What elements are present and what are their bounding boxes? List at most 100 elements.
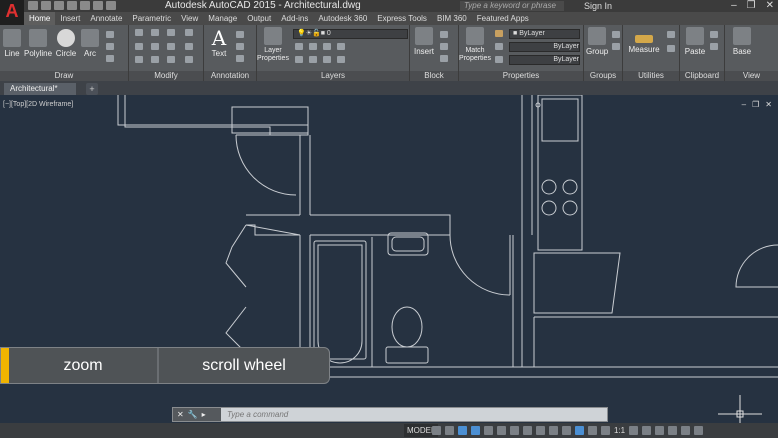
viewport-minimize-icon[interactable]: – [742,100,746,109]
copy-icon[interactable] [135,43,143,50]
viewport-restore-icon[interactable]: ❐ [752,100,759,109]
ortho-icon[interactable] [458,426,467,435]
text-button[interactable]: A Text [208,27,230,58]
offset-icon[interactable] [185,56,193,63]
grid-icon[interactable] [432,426,441,435]
block-panel-title[interactable]: Block [410,71,458,81]
new-tab-button[interactable]: + [86,83,98,95]
clipboard-panel-title[interactable]: Clipboard [680,71,724,81]
id-point-icon[interactable] [667,31,675,38]
circle-button[interactable]: Circle [54,29,78,58]
search-input[interactable]: Type a keyword or phrase [460,1,564,11]
rotate-icon[interactable] [151,29,159,36]
3d-osnap-icon[interactable] [562,426,571,435]
linetype-dropdown[interactable]: ByLayer [509,42,580,52]
layer-previous-icon[interactable] [309,56,317,63]
isolate-objects-icon[interactable] [655,426,665,435]
object-snap-icon[interactable] [510,426,519,435]
properties-panel-title[interactable]: Properties [459,71,583,81]
customization-menu-icon[interactable] [694,426,704,435]
quick-calc-icon[interactable] [667,45,675,52]
erase-icon[interactable] [185,29,193,36]
leader-icon[interactable] [236,43,244,50]
hatch-icon[interactable] [106,43,114,50]
tab-annotate[interactable]: Annotate [85,12,127,25]
tab-express-tools[interactable]: Express Tools [372,12,432,25]
tab-manage[interactable]: Manage [203,12,242,25]
tab-output[interactable]: Output [242,12,276,25]
copy-clip-icon[interactable] [710,43,718,50]
layer-unisolate-icon[interactable] [323,56,331,63]
document-tab-architectural[interactable]: Architectural* [4,83,76,95]
layer-thaw-icon[interactable] [337,56,345,63]
base-button[interactable]: Base [731,27,753,56]
trim-icon[interactable] [167,29,175,36]
color-dropdown[interactable]: ■ ByLayer [509,29,580,39]
open-icon[interactable] [41,1,51,10]
draw-panel-title[interactable]: Draw [0,71,128,81]
insert-button[interactable]: Insert [412,27,436,56]
maximize-icon[interactable]: ❐ [747,0,756,12]
workspace-icon[interactable] [629,426,639,435]
table-icon[interactable] [236,55,244,62]
lineweight-dropdown[interactable]: ByLayer [509,55,580,65]
tab-insert[interactable]: Insert [55,12,85,25]
transparency-icon[interactable] [536,426,545,435]
utilities-panel-title[interactable]: Utilities [623,71,679,81]
application-menu-button[interactable]: A [0,0,24,26]
selection-cycling-icon[interactable] [549,426,558,435]
rectangle-icon[interactable] [106,31,114,38]
new-icon[interactable] [28,1,38,10]
line-button[interactable]: Line [2,29,22,58]
isodraft-icon[interactable] [484,426,493,435]
edit-block-icon[interactable] [440,43,448,50]
layer-lock-icon[interactable] [337,43,345,50]
polyline-button[interactable]: Polyline [24,29,52,58]
layer-properties-button[interactable]: Layer Properties [257,27,289,63]
scale-icon[interactable] [151,56,159,63]
tab-view[interactable]: View [176,12,203,25]
edit-attributes-icon[interactable] [440,55,448,62]
save-as-icon[interactable] [67,1,77,10]
minimize-icon[interactable]: – [731,0,737,12]
measure-button[interactable]: Measure [627,27,661,54]
viewport-close-icon[interactable]: ✕ [765,100,772,109]
lineweight-status-icon[interactable] [523,426,532,435]
undo-icon[interactable] [93,1,103,10]
fillet-icon[interactable] [167,43,175,50]
sign-in-button[interactable]: Sign In [584,0,612,12]
annotation-scale-label[interactable]: 1:1 [614,426,625,435]
arc-button[interactable]: Arc [80,29,100,58]
dimension-icon[interactable] [236,31,244,38]
snap-icon[interactable] [445,426,454,435]
command-input[interactable]: Type a command [221,410,288,419]
move-icon[interactable] [135,29,143,36]
object-snap-tracking-icon[interactable] [497,426,506,435]
annotation-visibility-icon[interactable] [588,426,597,435]
layer-isolate-icon[interactable] [309,43,317,50]
layer-off-icon[interactable] [295,43,303,50]
group-edit-icon[interactable] [612,43,620,50]
layer-freeze-icon[interactable] [323,43,331,50]
add-icon[interactable] [642,426,652,435]
save-icon[interactable] [54,1,64,10]
command-prompt-icon[interactable]: ▸ [202,410,206,419]
tab-bim-360[interactable]: BIM 360 [432,12,472,25]
close-command-icon[interactable]: ✕ [177,410,184,419]
create-block-icon[interactable] [440,31,448,38]
print-icon[interactable] [80,1,90,10]
stretch-icon[interactable] [135,56,143,63]
explode-icon[interactable] [185,43,193,50]
modify-panel-title[interactable]: Modify [129,71,203,81]
customize-icon[interactable]: 🔧 [188,410,198,419]
cut-icon[interactable] [710,31,718,38]
view-panel-title[interactable]: View [725,71,778,81]
polar-icon[interactable] [471,426,480,435]
layers-panel-title[interactable]: Layers [257,71,409,81]
group-button[interactable]: Group [586,27,608,56]
tab-add-ins[interactable]: Add-ins [276,12,313,25]
close-icon[interactable]: ✕ [766,0,774,12]
layer-match-icon[interactable] [295,56,303,63]
paste-button[interactable]: Paste [684,27,706,56]
match-properties-button[interactable]: Match Properties [459,27,491,63]
